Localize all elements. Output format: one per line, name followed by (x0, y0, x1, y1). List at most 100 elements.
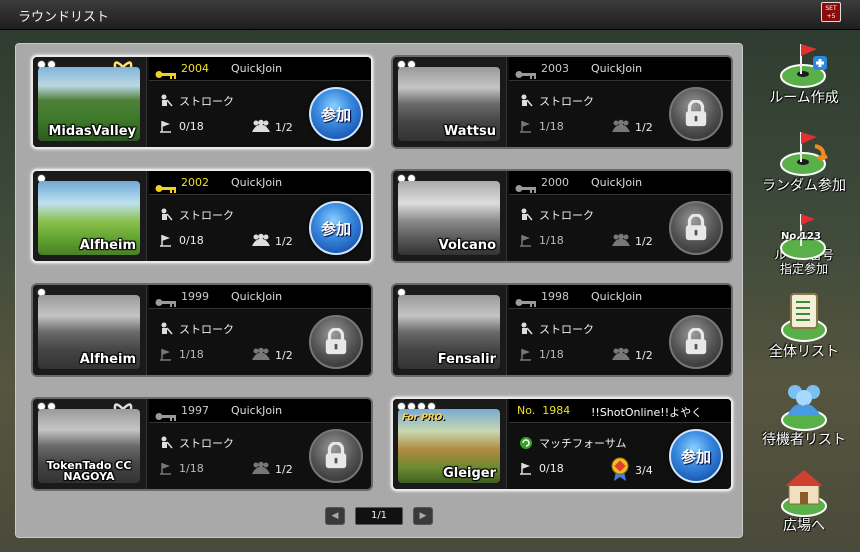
locked-room-icon[interactable] (669, 87, 723, 141)
course-name: Alfheim (79, 238, 136, 253)
people-icon (777, 378, 831, 432)
room-number: 2002 (181, 176, 209, 189)
game-type: マッチフォーサム (519, 435, 627, 451)
player-count: 1/2 (611, 347, 653, 364)
window-title-bar: ラウンドリスト SET +5 (0, 0, 860, 30)
game-type-label: ストローク (539, 95, 594, 108)
key-icon (515, 292, 537, 307)
list-icon (777, 290, 831, 344)
join-button[interactable]: 参加 (309, 201, 363, 255)
hole-progress: 1/18 (159, 347, 204, 361)
game-type: ストローク (159, 207, 234, 223)
room-header: 2003 QuickJoin (509, 57, 731, 81)
window-title: ラウンドリスト (18, 10, 110, 25)
course-thumbnail-frame: Alfheim (33, 171, 147, 261)
room-header: No. 1984 !!ShotOnline!!よやく (509, 399, 731, 423)
next-page-button[interactable]: ▶ (413, 507, 433, 525)
room-card[interactable]: Alfheim 2002 QuickJoin ストローク 0/18 1/2 参加 (31, 169, 373, 263)
golfer-icon (159, 436, 173, 450)
player-count: 1/2 (611, 119, 653, 136)
players-label: 1/2 (275, 349, 293, 362)
prev-page-button[interactable]: ◀ (325, 507, 345, 525)
create-room-button[interactable]: ルーム作成 (752, 36, 856, 106)
players-label: 1/2 (275, 235, 293, 248)
key-icon (155, 406, 177, 421)
golfer-icon (159, 208, 173, 222)
room-info: 2002 QuickJoin ストローク 0/18 1/2 参加 (149, 171, 371, 261)
players-label: 1/2 (635, 121, 653, 134)
room-number: 2003 (541, 62, 569, 75)
flag-icon (159, 461, 173, 475)
locked-room-icon[interactable] (669, 201, 723, 255)
room-header: 2000 QuickJoin (509, 171, 731, 195)
random-join-label: ランダム参加 (762, 178, 846, 194)
course-name: TokenTado CC NAGOYA (46, 459, 132, 483)
game-type: ストローク (159, 93, 234, 109)
holes-label: 0/18 (179, 119, 204, 133)
hole-progress: 0/18 (159, 119, 204, 133)
hole-progress: 0/18 (159, 233, 204, 247)
match-icon (519, 436, 533, 450)
room-card[interactable]: Volcano 2000 QuickJoin ストローク 1/18 1/2 (391, 169, 733, 263)
room-card[interactable]: MidasValley 2004 QuickJoin ストローク 0/18 1/… (31, 55, 373, 149)
golfer-icon (519, 208, 533, 222)
waiting-list-button[interactable]: 待機者リスト (752, 378, 856, 448)
course-thumbnail: TokenTado CC NAGOYA (38, 409, 140, 483)
room-card[interactable]: Fensalir 1998 QuickJoin ストローク 1/18 1/2 (391, 283, 733, 377)
course-thumbnail-frame: MidasValley (33, 57, 147, 147)
hole-progress: 1/18 (159, 461, 204, 475)
game-type-label: ストローク (179, 323, 234, 336)
room-mode: !!ShotOnline!!よやく (591, 406, 703, 419)
golfer-icon (519, 322, 533, 336)
plaza-button[interactable]: 広場へ (752, 464, 856, 534)
plaza-icon (777, 464, 831, 518)
golfer-icon (159, 322, 173, 336)
key-icon (155, 64, 177, 79)
holes-label: 0/18 (179, 233, 204, 247)
game-type-label: ストローク (179, 437, 234, 450)
player-count: 1/2 (251, 347, 293, 364)
players-label: 1/2 (635, 235, 653, 248)
players-icon (611, 347, 631, 364)
game-type: ストローク (159, 435, 234, 451)
room-number: 2004 (181, 62, 209, 75)
room-mode: QuickJoin (231, 176, 283, 189)
golfer-icon (159, 94, 173, 108)
flag-icon (159, 119, 173, 133)
room-mode: QuickJoin (591, 290, 643, 303)
game-type-label: ストローク (539, 209, 594, 222)
room-info: 2003 QuickJoin ストローク 1/18 1/2 (509, 57, 731, 147)
room-card[interactable]: Wattsu 2003 QuickJoin ストローク 1/18 1/2 (391, 55, 733, 149)
all-list-button[interactable]: 全体リスト (752, 290, 856, 360)
players-icon (251, 119, 271, 136)
locked-room-icon[interactable] (309, 429, 363, 483)
game-type-label: ストローク (179, 95, 234, 108)
room-card[interactable]: Alfheim 1999 QuickJoin ストローク 1/18 1/2 (31, 283, 373, 377)
game-type-label: マッチフォーサム (539, 437, 627, 450)
game-type-label: ストローク (179, 209, 234, 222)
locked-room-icon[interactable] (669, 315, 723, 369)
game-type: ストローク (519, 93, 594, 109)
join-button[interactable]: 参加 (309, 87, 363, 141)
join-by-room-number-button[interactable]: No.123 ルーム番号 指定参加 (752, 208, 856, 276)
room-card[interactable]: TokenTado CC NAGOYA 1997 QuickJoin ストローク… (31, 397, 373, 491)
all-list-label: 全体リスト (769, 344, 839, 360)
flag-icon (159, 233, 173, 247)
random-join-button[interactable]: ランダム参加 (752, 124, 856, 194)
room-number: 1997 (181, 404, 209, 417)
holes-label: 1/18 (179, 461, 204, 475)
join-button[interactable]: 参加 (669, 429, 723, 483)
set-badge[interactable]: SET +5 (821, 2, 841, 22)
course-thumbnail: For PRO. Gleiger (398, 409, 500, 483)
plaza-label: 広場へ (783, 518, 825, 534)
medal-icon (611, 457, 629, 484)
room-card[interactable]: For PRO. Gleiger No. 1984 !!ShotOnline!!… (391, 397, 733, 491)
holes-label: 1/18 (539, 233, 564, 247)
waiting-list-label: 待機者リスト (762, 432, 846, 448)
player-count: 1/2 (251, 119, 293, 136)
room-number: 1999 (181, 290, 209, 303)
locked-room-icon[interactable] (309, 315, 363, 369)
hole-progress: 1/18 (519, 119, 564, 133)
course-thumbnail: MidasValley (38, 67, 140, 141)
course-thumbnail: Alfheim (38, 181, 140, 255)
